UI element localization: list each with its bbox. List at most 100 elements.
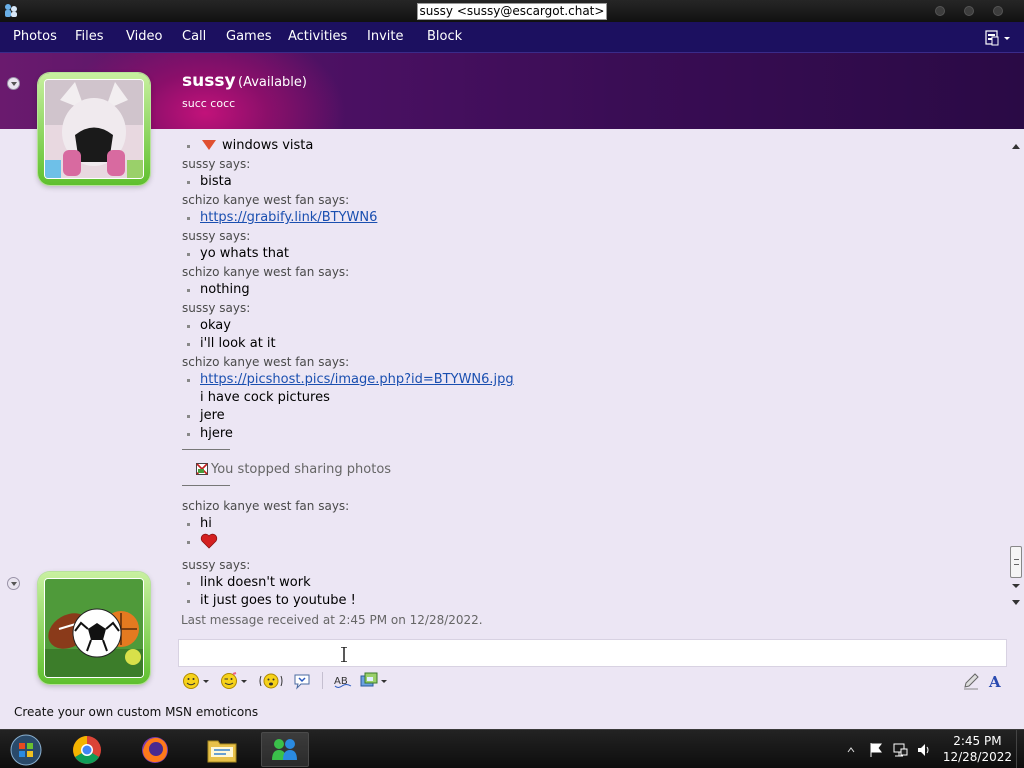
- smiley-icon: [183, 673, 199, 689]
- menu-games[interactable]: Games: [226, 29, 271, 44]
- taskbar-clock[interactable]: 2:45 PM 12/28/2022: [943, 733, 1012, 765]
- voice-clip-button[interactable]: [293, 671, 311, 691]
- start-orb-icon: [10, 734, 42, 765]
- collapse-bottom-button[interactable]: [7, 577, 20, 590]
- background-button[interactable]: [360, 671, 387, 691]
- sender-label: sussy says:: [182, 157, 251, 171]
- emoticon-button[interactable]: [182, 671, 209, 691]
- contact-personal-message: succ cocc: [182, 97, 236, 110]
- taskbar: 2:45 PM 12/28/2022: [0, 729, 1024, 768]
- message-text: bista: [200, 174, 232, 189]
- message-text: i'll look at it: [200, 336, 276, 351]
- system-message: You stopped sharing photos: [211, 462, 392, 477]
- divider: [182, 449, 230, 450]
- font-button[interactable]: A: [988, 671, 1004, 691]
- heart-icon: [200, 533, 218, 549]
- title-bar: sussy <sussy@escargot.chat>: [0, 0, 1024, 22]
- menu-activities[interactable]: Activities: [288, 29, 347, 44]
- chat-scrollbar[interactable]: [1008, 138, 1024, 608]
- taskbar-explorer[interactable]: [198, 732, 246, 767]
- contact-avatar[interactable]: [38, 73, 150, 185]
- system-tray: [846, 730, 932, 768]
- sender-label: sussy says:: [182, 229, 251, 243]
- down-arrow-icon: [202, 140, 216, 150]
- layout-menu-button[interactable]: [984, 28, 1014, 48]
- sender-label: schizo kanye west fan says:: [182, 265, 350, 279]
- chat-history: windows vista sussy says: bista schizo k…: [178, 129, 1008, 609]
- sender-label: sussy says:: [182, 301, 251, 315]
- message-text: hi: [200, 516, 212, 531]
- message-text: it just goes to youtube !: [200, 593, 356, 608]
- show-desktop-button[interactable]: [1016, 730, 1024, 768]
- menu-video[interactable]: Video: [126, 29, 162, 44]
- taskbar-chrome[interactable]: [63, 732, 111, 767]
- sender-label: schizo kanye west fan says:: [182, 355, 350, 369]
- collapse-top-button[interactable]: [7, 77, 20, 90]
- nudge-icon: [259, 673, 283, 689]
- action-center-flag-icon[interactable]: [868, 742, 884, 758]
- svg-text:AB: AB: [334, 676, 348, 687]
- message-text: i have cock pictures: [200, 390, 330, 405]
- layout-icon: [985, 30, 1010, 46]
- contact-name: sussy: [182, 71, 236, 91]
- menu-call[interactable]: Call: [182, 29, 206, 44]
- folder-icon: [207, 740, 237, 762]
- chrome-icon: [73, 735, 101, 764]
- taskbar-messenger[interactable]: [261, 732, 309, 767]
- scroll-thumb[interactable]: [1010, 546, 1022, 578]
- pen-icon: [964, 673, 979, 690]
- message-text: nothing: [200, 282, 250, 297]
- scroll-up-arrow-icon[interactable]: [1012, 144, 1020, 149]
- network-icon[interactable]: [892, 742, 908, 758]
- spell-check-icon: AB: [334, 676, 352, 688]
- contact-avatar-image: [44, 79, 144, 179]
- left-pane: [0, 53, 178, 707]
- nudge-button[interactable]: [259, 671, 283, 691]
- my-avatar[interactable]: [38, 572, 150, 684]
- message-text: yo whats that: [200, 246, 290, 261]
- photo-sharing-icon: [196, 463, 208, 475]
- menu-block[interactable]: Block: [427, 29, 462, 44]
- background-icon: [360, 672, 378, 687]
- handwriting-button[interactable]: [962, 671, 980, 691]
- firefox-icon: [142, 736, 168, 763]
- menu-files[interactable]: Files: [75, 29, 104, 44]
- start-button[interactable]: [2, 732, 50, 767]
- message-text: jere: [200, 408, 225, 423]
- message-input[interactable]: [178, 639, 1007, 667]
- spell-check-button[interactable]: AB: [333, 671, 353, 691]
- message-text: okay: [200, 318, 231, 333]
- close-button[interactable]: [993, 6, 1003, 16]
- chat-link[interactable]: https://grabify.link/BTYWN6: [200, 210, 377, 225]
- last-message-status: Last message received at 2:45 PM on 12/2…: [181, 613, 483, 627]
- menu-bar: Photos Files Video Call Games Activities…: [0, 22, 1024, 53]
- scroll-bottom-arrow-icon[interactable]: [1012, 600, 1020, 605]
- wink-button[interactable]: [220, 671, 247, 691]
- my-avatar-image: [44, 578, 144, 678]
- message-text: link doesn't work: [200, 575, 311, 590]
- maximize-button[interactable]: [964, 6, 974, 16]
- sender-label: schizo kanye west fan says:: [182, 499, 350, 513]
- contact-status: (Available): [238, 75, 307, 90]
- messenger-icon: [272, 738, 297, 760]
- volume-icon[interactable]: [916, 742, 932, 758]
- compose-toolbar: AB A: [178, 669, 1007, 693]
- sender-label: schizo kanye west fan says:: [182, 193, 350, 207]
- wink-icon: [221, 672, 237, 689]
- taskbar-firefox[interactable]: [131, 732, 179, 767]
- font-icon: A: [988, 673, 1001, 690]
- clock-date: 12/28/2022: [942, 750, 1012, 764]
- scroll-down-arrow-icon[interactable]: [1012, 584, 1020, 588]
- custom-emoticons-link[interactable]: Create your own custom MSN emoticons: [14, 705, 258, 719]
- chat-link[interactable]: https://picshost.pics/image.php?id=BTYWN…: [200, 372, 514, 387]
- message-text: hjere: [200, 426, 233, 441]
- window-title: sussy <sussy@escargot.chat>: [0, 3, 1024, 20]
- message-text: windows vista: [222, 138, 314, 153]
- minimize-button[interactable]: [935, 6, 945, 16]
- text-cursor-icon: [341, 647, 347, 662]
- show-hidden-icons-icon[interactable]: [846, 745, 856, 755]
- menu-photos[interactable]: Photos: [13, 29, 57, 44]
- menu-invite[interactable]: Invite: [367, 29, 403, 44]
- divider: [182, 485, 230, 486]
- clock-time: 2:45 PM: [953, 734, 1002, 748]
